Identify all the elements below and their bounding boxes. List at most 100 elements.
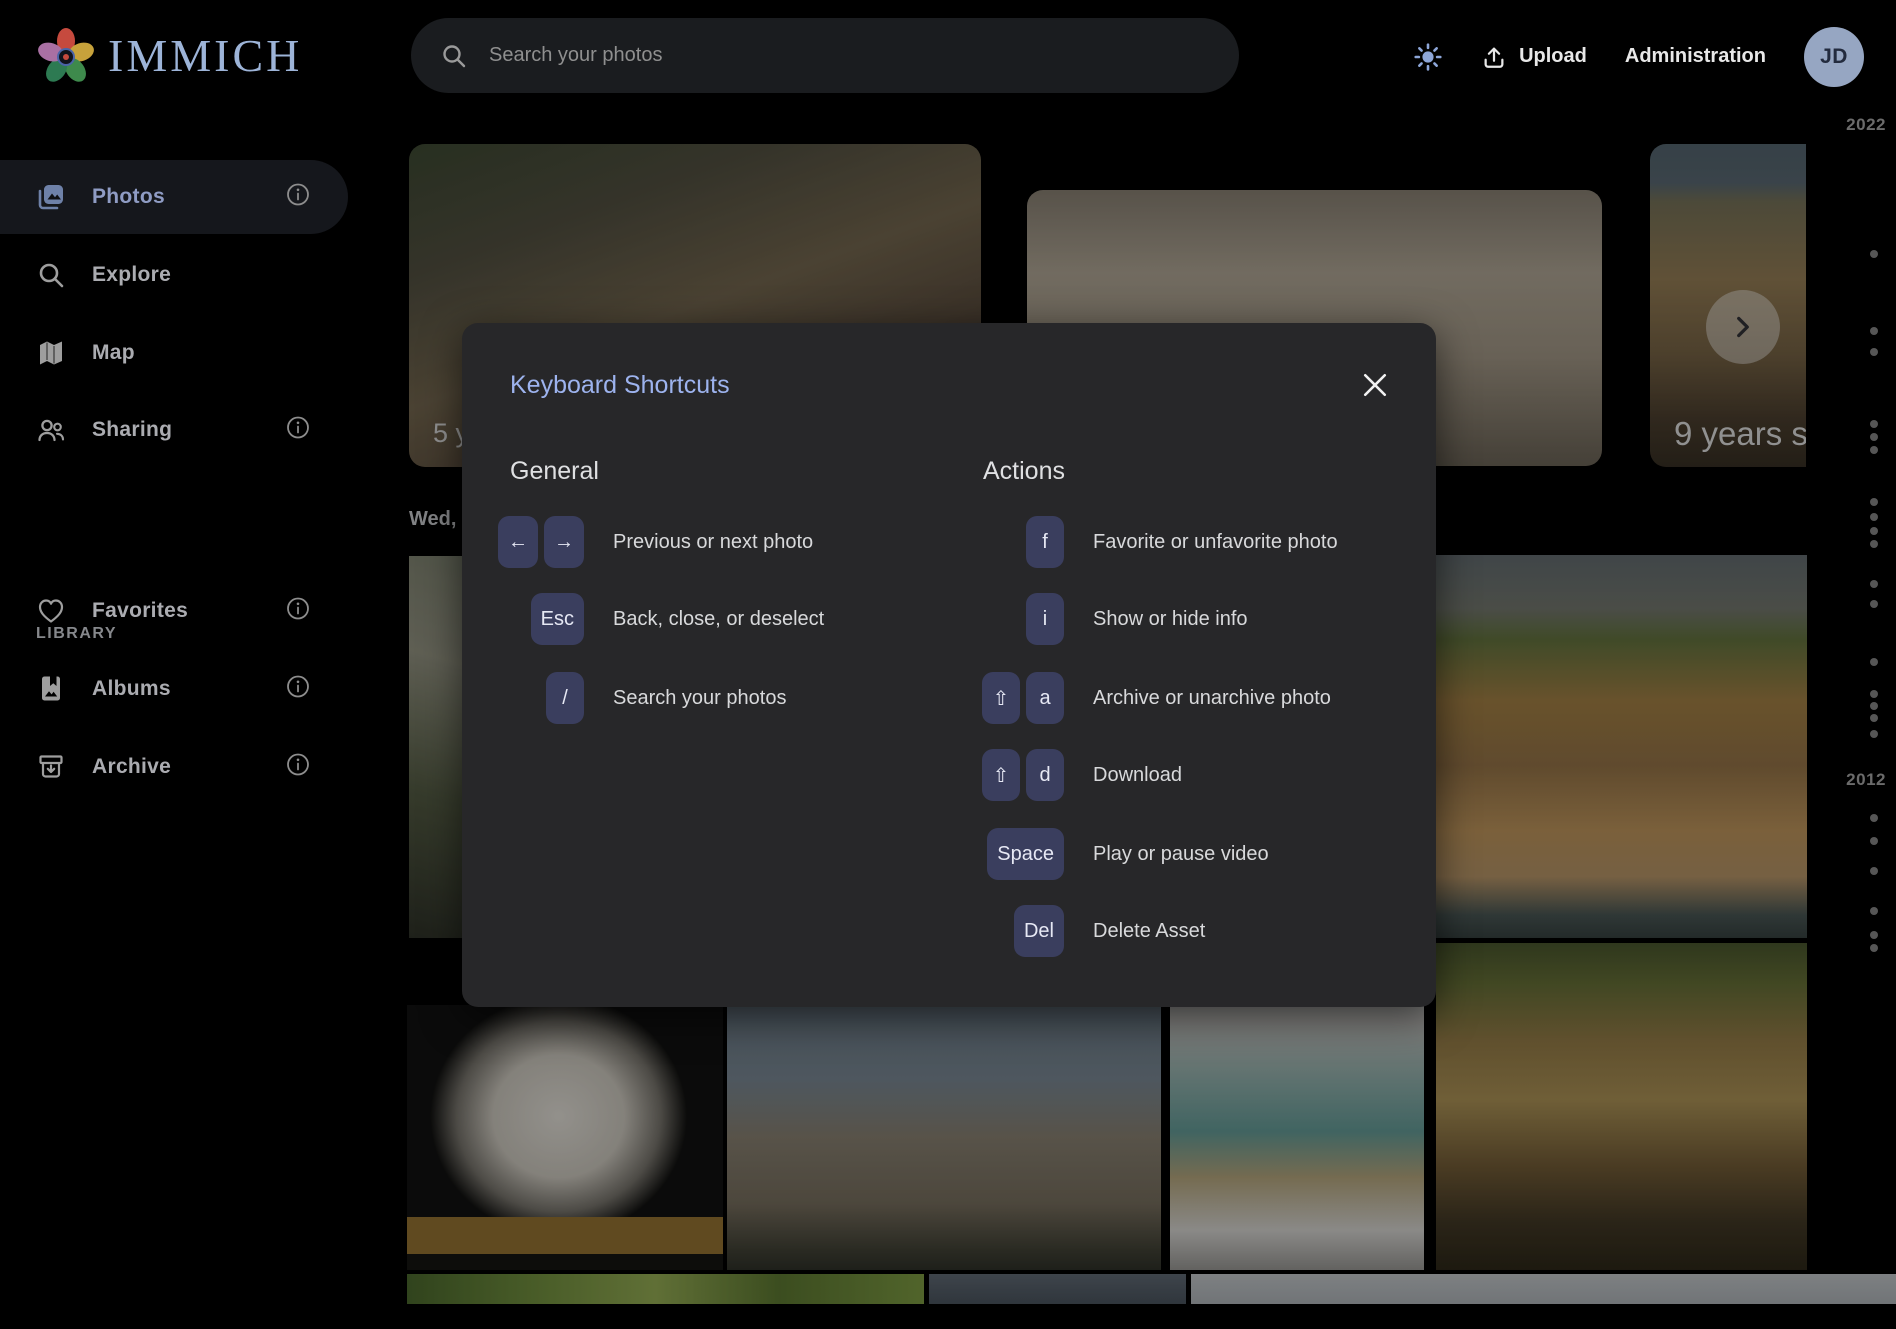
section-heading-general: General xyxy=(510,457,599,486)
shortcut-description: Play or pause video xyxy=(1093,843,1269,866)
memory-next-button[interactable] xyxy=(1706,290,1780,364)
scrubber-dot xyxy=(1870,867,1878,875)
photo-thumbnail[interactable] xyxy=(1436,943,1807,1270)
scrubber-dot xyxy=(1870,814,1878,822)
people-icon xyxy=(36,415,66,445)
shortcut-row: Space Play or pause video xyxy=(914,828,1269,880)
scrubber-dot xyxy=(1870,907,1878,915)
sidebar-item-archive[interactable]: Archive xyxy=(0,730,348,804)
scrubber-dot xyxy=(1870,714,1878,722)
immich-flower-icon xyxy=(38,26,94,86)
shortcut-row: i Show or hide info xyxy=(914,593,1248,645)
sidebar-item-label: Explore xyxy=(92,263,171,287)
immich-app: 5 y 9 years si Wed, 2022 2012 xyxy=(0,0,1896,1329)
map-icon xyxy=(36,338,66,368)
shortcut-row: ⇧ d Download xyxy=(914,749,1182,801)
sidebar-item-label: Sharing xyxy=(92,418,172,442)
sidebar-item-favorites[interactable]: Favorites xyxy=(0,574,348,648)
upload-icon xyxy=(1481,44,1507,70)
scrubber-dot xyxy=(1870,540,1878,548)
scrubber-dot xyxy=(1870,730,1878,738)
close-icon xyxy=(1362,372,1388,398)
key-shift: ⇧ xyxy=(982,749,1020,801)
info-icon[interactable] xyxy=(286,597,310,626)
key-a: a xyxy=(1026,672,1064,724)
sidebar-item-explore[interactable]: Explore xyxy=(0,238,348,312)
sidebar-item-map[interactable]: Map xyxy=(0,316,348,390)
scrubber-dot xyxy=(1870,580,1878,588)
scrubber-dot xyxy=(1870,658,1878,666)
photo-thumbnail[interactable] xyxy=(929,1274,1186,1304)
timeline-scrubber[interactable]: 2022 2012 xyxy=(1806,100,1896,1329)
sidebar-item-sharing[interactable]: Sharing xyxy=(0,393,348,467)
app-name: IMMICH xyxy=(108,33,302,79)
key-d: d xyxy=(1026,749,1064,801)
info-icon[interactable] xyxy=(286,183,310,212)
scrubber-dot xyxy=(1870,944,1878,952)
section-heading-actions: Actions xyxy=(983,457,1065,486)
scrubber-dot xyxy=(1870,250,1878,258)
sidebar-item-label: Favorites xyxy=(92,599,188,623)
key-del: Del xyxy=(1014,905,1064,957)
key-slash: / xyxy=(546,672,584,724)
shortcut-description: Favorite or unfavorite photo xyxy=(1093,531,1338,554)
shortcut-description: Archive or unarchive photo xyxy=(1093,687,1331,710)
key-esc: Esc xyxy=(531,593,584,645)
scrubber-dot xyxy=(1870,690,1878,698)
scrubber-dot xyxy=(1870,527,1878,535)
shortcut-description: Previous or next photo xyxy=(613,531,813,554)
memory-card-canyon[interactable]: 9 years si xyxy=(1650,144,1806,467)
info-icon[interactable] xyxy=(286,416,310,445)
user-avatar[interactable]: JD xyxy=(1804,27,1864,87)
key-arrow-left: ← xyxy=(498,516,538,568)
nav-actions: Upload Administration JD xyxy=(1413,0,1864,113)
scrubber-dot xyxy=(1870,837,1878,845)
scrubber-dot xyxy=(1870,600,1878,608)
search-bar[interactable] xyxy=(411,18,1239,93)
scrubber-dot xyxy=(1870,498,1878,506)
key-arrow-right: → xyxy=(544,516,584,568)
scrubber-dot xyxy=(1870,327,1878,335)
scrubber-year-top: 2022 xyxy=(1846,115,1886,135)
app-logo[interactable]: IMMICH xyxy=(38,26,302,86)
theme-toggle-button[interactable] xyxy=(1413,42,1443,72)
search-icon xyxy=(441,43,467,69)
key-shift: ⇧ xyxy=(982,672,1020,724)
photo-thumbnail[interactable] xyxy=(407,1274,924,1304)
album-icon xyxy=(36,674,66,704)
scrubber-dot xyxy=(1870,420,1878,428)
sidebar-item-label: Archive xyxy=(92,755,171,779)
key-i: i xyxy=(1026,593,1064,645)
info-icon[interactable] xyxy=(286,675,310,704)
scrubber-dot xyxy=(1870,702,1878,710)
shortcut-row: f Favorite or unfavorite photo xyxy=(914,516,1338,568)
search-input[interactable] xyxy=(489,44,1209,67)
archive-icon xyxy=(36,752,66,782)
shortcut-row: Esc Back, close, or deselect xyxy=(498,593,824,645)
scrubber-year-bottom: 2012 xyxy=(1846,770,1886,790)
shortcut-description: Show or hide info xyxy=(1093,608,1248,631)
shortcut-description: Back, close, or deselect xyxy=(613,608,824,631)
sun-icon xyxy=(1413,42,1443,72)
photo-thumbnail[interactable] xyxy=(407,1005,723,1270)
sidebar: Photos Explore Map xyxy=(0,113,356,1329)
upload-button[interactable]: Upload xyxy=(1481,44,1587,70)
shortcut-row: ⇧ a Archive or unarchive photo xyxy=(914,672,1331,724)
shortcut-row: Del Delete Asset xyxy=(914,905,1205,957)
administration-button[interactable]: Administration xyxy=(1625,45,1766,68)
photo-thumbnail[interactable] xyxy=(1436,555,1807,938)
explore-icon xyxy=(36,260,66,290)
shortcut-description: Search your photos xyxy=(613,687,786,710)
shortcut-row: / Search your photos xyxy=(498,672,786,724)
date-header: Wed, xyxy=(409,508,456,531)
sidebar-item-albums[interactable]: Albums xyxy=(0,652,348,726)
sidebar-item-photos[interactable]: Photos xyxy=(0,160,348,234)
heart-icon xyxy=(36,596,66,626)
info-icon[interactable] xyxy=(286,753,310,782)
modal-close-button[interactable] xyxy=(1361,371,1389,399)
photo-thumbnail[interactable] xyxy=(727,1005,1161,1270)
sidebar-item-label: Photos xyxy=(92,185,165,209)
photo-thumbnail[interactable] xyxy=(1191,1274,1896,1304)
shortcut-row: ← → Previous or next photo xyxy=(498,516,813,568)
keyboard-shortcuts-modal: Keyboard Shortcuts General Actions ← → P… xyxy=(462,323,1436,1007)
